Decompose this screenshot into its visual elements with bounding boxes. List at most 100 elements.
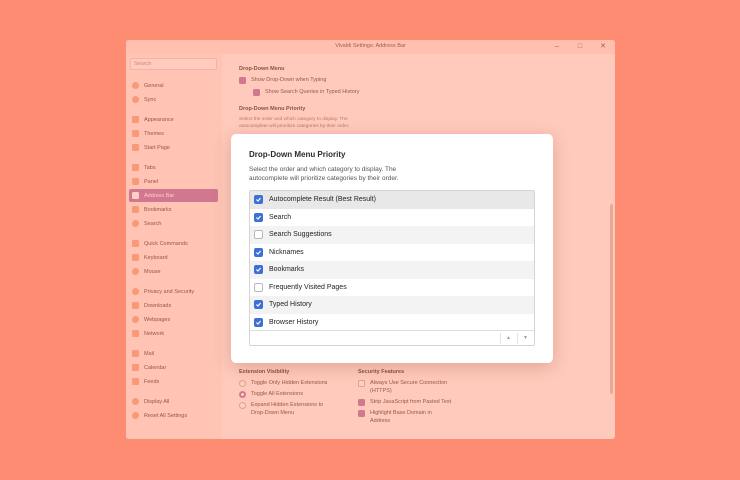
calendar-icon <box>132 364 139 371</box>
mail-icon <box>132 350 139 357</box>
show-queries-label: Show Search Queries in Typed History <box>265 89 360 95</box>
sidebar-item-network[interactable]: Network <box>129 327 218 340</box>
list-item-label: Search Suggestions <box>269 231 332 239</box>
category-list: Autocomplete Result (Best Result) Search… <box>249 190 535 346</box>
checkbox-unchecked-icon[interactable] <box>254 230 263 240</box>
list-item-search-suggestions[interactable]: Search Suggestions <box>250 226 534 244</box>
list-item-browser-history[interactable]: Browser History <box>250 313 534 331</box>
strip-js-checkbox[interactable] <box>358 399 365 406</box>
sidebar-item-label: Quick Commands <box>144 240 188 247</box>
display-all-icon <box>132 398 139 405</box>
sidebar-item-label: Feeds <box>144 378 160 385</box>
close-button[interactable]: ✕ <box>598 42 608 52</box>
show-dropdown-checkbox[interactable] <box>239 77 246 84</box>
highlight-domain-checkbox[interactable] <box>358 410 365 417</box>
sidebar-item-tabs[interactable]: Tabs <box>129 161 218 174</box>
sidebar-item-reset[interactable]: Reset All Settings <box>129 409 218 422</box>
show-queries-checkbox[interactable] <box>253 89 260 96</box>
power-icon <box>132 412 139 419</box>
list-item-label: Frequently Visited Pages <box>269 283 347 291</box>
toggle-all-radio[interactable] <box>239 391 246 398</box>
highlight-domain-label-2: Address <box>370 418 391 424</box>
toggle-hidden-radio[interactable] <box>239 380 246 387</box>
sidebar-item-label: General <box>144 82 164 89</box>
settings-scrollbar[interactable] <box>610 204 613 394</box>
sidebar-item-calendar[interactable]: Calendar <box>129 361 218 374</box>
sidebar-item-label: Reset All Settings <box>144 412 188 419</box>
sidebar-item-start-page[interactable]: Start Page <box>129 141 218 154</box>
sidebar-item-panel[interactable]: Panel <box>129 175 218 188</box>
sidebar-item-privacy[interactable]: Privacy and Security <box>129 285 218 298</box>
maximize-button[interactable]: □ <box>575 42 585 52</box>
checkbox-checked-icon[interactable] <box>254 195 263 205</box>
list-item-bookmarks[interactable]: Bookmarks <box>250 261 534 279</box>
sidebar-item-themes[interactable]: Themes <box>129 127 218 140</box>
extension-visibility-heading: Extension Visibility <box>239 369 290 375</box>
sidebar-item-appearance[interactable]: Appearance <box>129 113 218 126</box>
sidebar-item-feeds[interactable]: Feeds <box>129 375 218 388</box>
sidebar-item-label: Mail <box>144 350 155 357</box>
settings-search-input[interactable]: Search <box>130 58 217 70</box>
show-dropdown-label: Show Drop-Down when Typing <box>251 77 327 83</box>
sidebar-item-address-bar[interactable]: Address Bar <box>129 189 218 202</box>
checkbox-unchecked-icon[interactable] <box>254 282 263 292</box>
sidebar-item-display-all[interactable]: Display All <box>129 395 218 408</box>
address-bar-icon <box>132 192 139 199</box>
sidebar-item-label: Display All <box>144 398 170 405</box>
sidebar-item-webpages[interactable]: Webpages <box>129 313 218 326</box>
move-up-button[interactable]: ▲ <box>500 333 516 344</box>
list-item-label: Typed History <box>269 301 312 309</box>
list-item-typed-history[interactable]: Typed History <box>250 296 534 314</box>
sidebar-item-label: Network <box>144 330 165 337</box>
strip-js-label: Strip JavaScript from Pasted Text <box>370 399 452 405</box>
sidebar-item-label: Themes <box>144 130 164 137</box>
sidebar-item-search[interactable]: Search <box>129 217 218 230</box>
toggle-all-label: Toggle All Extensions <box>251 391 303 397</box>
minimize-button[interactable]: – <box>552 42 562 52</box>
tabs-icon <box>132 164 139 171</box>
dropdown-heading: Drop-Down Menu <box>239 66 285 72</box>
network-icon <box>132 330 139 337</box>
sidebar-item-label: Downloads <box>144 302 172 309</box>
sidebar-item-label: Webpages <box>144 316 171 323</box>
settings-sidebar: Search General Sync Appearance Themes St… <box>126 54 222 439</box>
list-item-label: Bookmarks <box>269 266 305 274</box>
checkbox-checked-icon[interactable] <box>254 265 263 275</box>
move-down-button[interactable]: ▼ <box>517 333 533 344</box>
sidebar-item-label: Appearance <box>144 116 174 123</box>
checkbox-checked-icon[interactable] <box>254 212 263 222</box>
panel-icon <box>132 178 139 185</box>
expand-hidden-radio[interactable] <box>239 402 246 409</box>
list-item-autocomplete[interactable]: Autocomplete Result (Best Result) <box>250 191 534 209</box>
quick-commands-icon <box>132 240 139 247</box>
sidebar-item-general[interactable]: General <box>129 79 218 92</box>
toggle-hidden-label: Toggle Only Hidden Extensions <box>251 380 328 386</box>
sidebar-item-label: Mouse <box>144 268 161 275</box>
sidebar-item-bookmarks[interactable]: Bookmarks <box>129 203 218 216</box>
dialog-description: Select the order and which category to d… <box>249 165 534 183</box>
checkbox-checked-icon[interactable] <box>254 247 263 257</box>
secure-connection-label-2: (HTTPS) <box>370 388 392 394</box>
checkbox-checked-icon[interactable] <box>254 317 263 327</box>
sidebar-item-mouse[interactable]: Mouse <box>129 265 218 278</box>
sidebar-item-label: Panel <box>144 178 159 185</box>
list-item-frequently-visited[interactable]: Frequently Visited Pages <box>250 278 534 296</box>
sidebar-item-label: Sync <box>144 96 157 103</box>
sidebar-item-downloads[interactable]: Downloads <box>129 299 218 312</box>
sidebar-item-keyboard[interactable]: Keyboard <box>129 251 218 264</box>
list-item-search[interactable]: Search <box>250 208 534 226</box>
sidebar-item-sync[interactable]: Sync <box>129 93 218 106</box>
expand-hidden-label: Expand Hidden Extensions to <box>251 402 324 408</box>
list-item-label: Nicknames <box>269 248 304 256</box>
checkbox-checked-icon[interactable] <box>254 300 263 310</box>
secure-connection-checkbox[interactable] <box>358 380 365 387</box>
sidebar-item-mail[interactable]: Mail <box>129 347 218 360</box>
brush-icon <box>132 130 139 137</box>
list-item-label: Autocomplete Result (Best Result) <box>269 196 376 204</box>
list-item-nicknames[interactable]: Nicknames <box>250 243 534 261</box>
title-bar: Vivaldi Settings: Address Bar – □ ✕ <box>126 40 615 54</box>
list-footer: ▲ ▼ <box>250 330 534 345</box>
sidebar-item-label: Privacy and Security <box>144 288 195 295</box>
sidebar-item-quick-commands[interactable]: Quick Commands <box>129 237 218 250</box>
download-icon <box>132 302 139 309</box>
